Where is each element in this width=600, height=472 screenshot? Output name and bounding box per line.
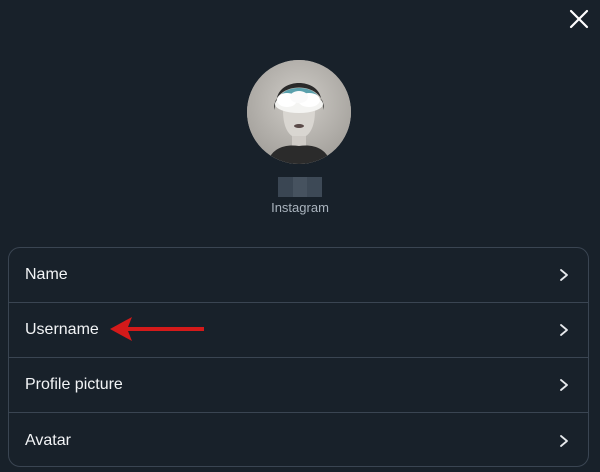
settings-row-avatar[interactable]: Avatar [9,413,588,466]
close-button[interactable] [566,6,592,32]
close-icon [569,9,589,29]
row-label: Username [25,321,99,338]
profile-avatar [247,60,351,164]
account-source-label: Instagram [271,200,329,215]
row-label: Name [25,266,68,283]
chevron-right-icon [560,379,568,391]
annotation-arrow-icon [110,317,204,341]
settings-row-username[interactable]: Username [9,303,588,358]
chevron-right-icon [560,324,568,336]
row-label: Avatar [25,431,71,449]
chevron-right-icon [560,269,568,281]
chevron-right-icon [560,434,568,447]
blurred-username [278,177,323,197]
profile-settings-list: Name Username Profile picture Avatar [8,247,589,467]
settings-row-profile-picture[interactable]: Profile picture [9,358,588,413]
settings-row-name[interactable]: Name [9,248,588,303]
row-label: Profile picture [25,376,123,393]
